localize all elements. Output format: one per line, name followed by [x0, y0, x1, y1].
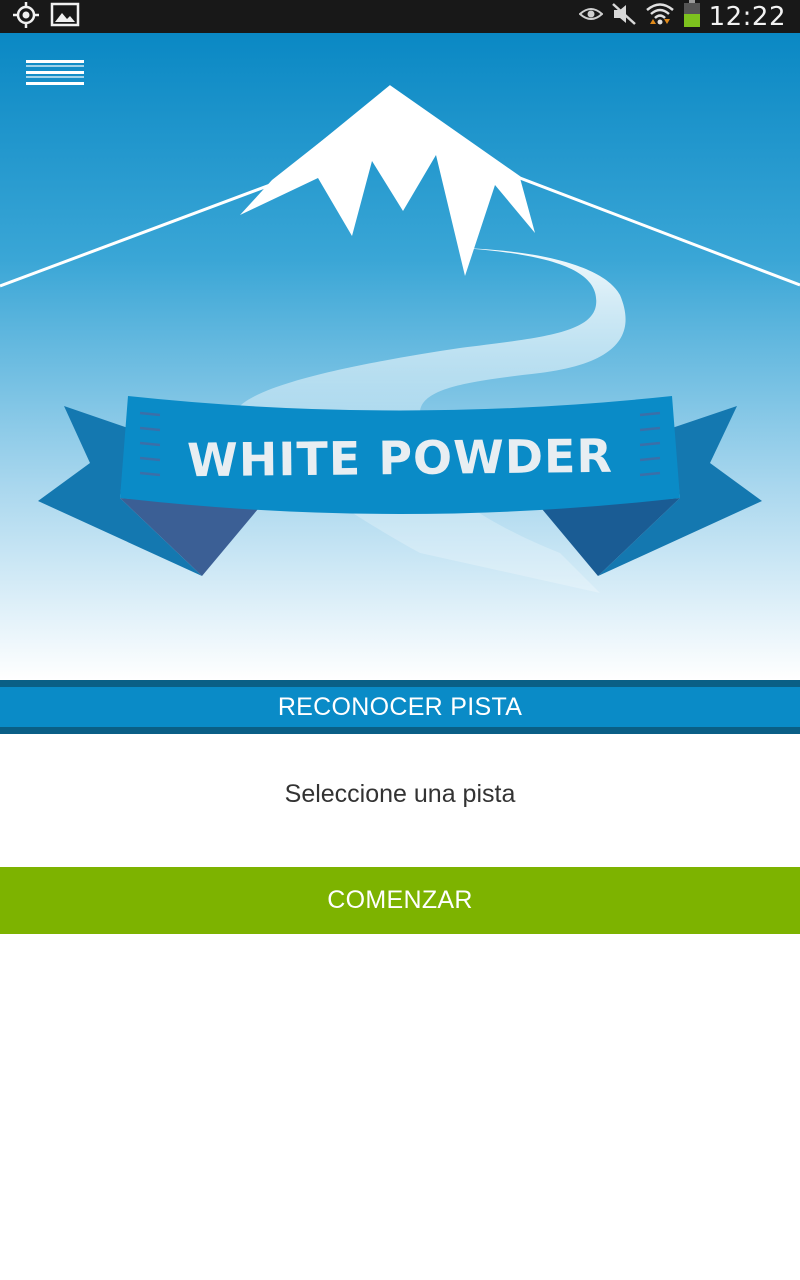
clock: 12:22	[708, 1, 786, 32]
status-bar: 12:22	[0, 0, 800, 33]
logo-text: WHITE POWDER	[186, 428, 614, 488]
mute-icon	[611, 2, 637, 31]
start-button[interactable]: COMENZAR	[0, 867, 800, 934]
image-icon	[50, 2, 80, 33]
location-icon	[12, 1, 40, 34]
hamburger-menu-icon	[26, 60, 84, 85]
hamburger-menu-button[interactable]	[26, 58, 84, 88]
eye-icon	[578, 5, 604, 28]
section-title: RECONOCER PISTA	[0, 687, 800, 727]
hero-illustration: WHITE POWDER	[0, 33, 800, 680]
wifi-icon	[645, 1, 675, 32]
battery-icon	[683, 0, 701, 33]
track-selector[interactable]: Seleccione una pista	[0, 780, 800, 809]
section-header: RECONOCER PISTA	[0, 680, 800, 734]
